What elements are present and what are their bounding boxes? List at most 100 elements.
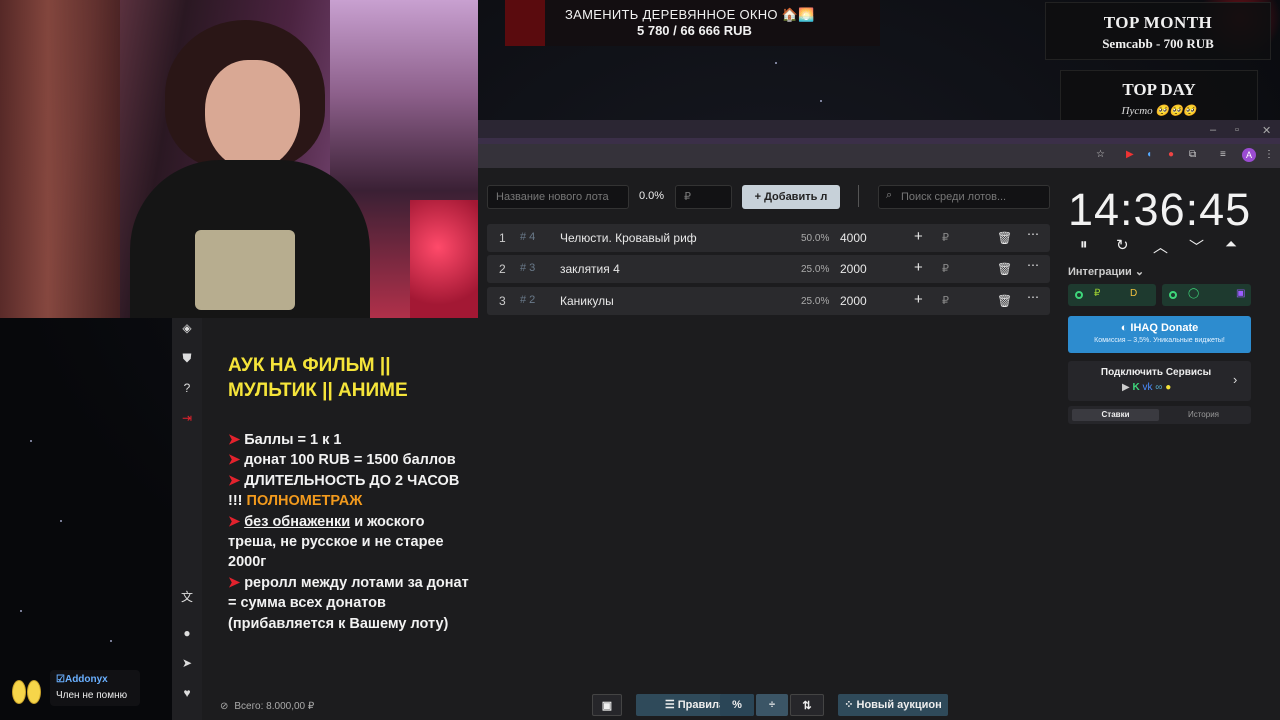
extension-icon[interactable]: ▶: [1126, 149, 1134, 160]
lot-amount: 2000: [840, 262, 867, 276]
extension-icon[interactable]: ●: [1168, 149, 1174, 160]
tab-history[interactable]: История: [1160, 409, 1247, 421]
pause-icon[interactable]: ⏸: [1080, 236, 1088, 253]
menu-icon[interactable]: ⋮: [1264, 149, 1274, 160]
donation-service-icon: ₽: [1094, 288, 1101, 299]
bottom-toolbar: ⊘ Всего: 8.000,00 ₽ ▣ ☰ Правила % ÷ ⇅ ⁘ Н…: [202, 690, 1280, 720]
donationalerts-icon: D: [1130, 288, 1138, 299]
percent-display: 0.0%: [639, 190, 665, 202]
browser-tab-bar: – ▫ ✕: [478, 120, 1280, 144]
trash-icon[interactable]: 🗑: [997, 294, 1012, 308]
vk-icon: vk: [1142, 382, 1153, 393]
goal-title: ЗАМЕНИТЬ ДЕРЕВЯННОЕ ОКНО 🏠🌅: [565, 7, 815, 22]
sort-icon[interactable]: ⇅: [790, 694, 824, 716]
integration-toggle[interactable]: ◯ ▣: [1162, 284, 1251, 306]
more-icon[interactable]: ⋯: [1027, 227, 1039, 241]
close-icon[interactable]: ✕: [1262, 124, 1271, 137]
extension-icon[interactable]: ◖: [1146, 149, 1152, 160]
chat-message: ☑Addonyx Член не помню: [0, 668, 160, 720]
save-icon[interactable]: ▣: [592, 694, 622, 716]
top-month-value: Semcabb - 700 RUB: [1102, 36, 1214, 51]
divide-icon[interactable]: ÷: [756, 694, 788, 716]
lot-amount: 2000: [840, 294, 867, 308]
bets-history-tabs: Ставки История: [1068, 406, 1251, 424]
lot-name: Челюсти. Кровавый риф: [560, 231, 697, 245]
lot-row[interactable]: 1 # 4 Челюсти. Кровавый риф 50.0% 4000 +…: [487, 224, 1050, 252]
app-sidebar: ◈ ⛊ ? ⇥ 文 ● ➤ ♥: [172, 318, 202, 720]
verified-icon: ☑: [56, 674, 65, 685]
circle-icon: ◯: [1188, 288, 1200, 299]
integration-toggle[interactable]: ₽ D: [1068, 284, 1156, 306]
goal-progress: 5 780 / 66 666 RUB: [637, 23, 752, 38]
grid-icon: ⁘: [844, 699, 857, 711]
profile-avatar[interactable]: A: [1242, 148, 1256, 162]
more-icon[interactable]: ⋯: [1027, 290, 1039, 304]
media-icon[interactable]: ≡: [1220, 149, 1226, 160]
search-input[interactable]: Поиск среди лотов...: [878, 185, 1050, 209]
auction-app: Название нового лота 0.0% ₽ + Добавить л…: [478, 168, 1280, 720]
telegram-icon[interactable]: ➤: [172, 656, 202, 670]
chat-text: Член не помню: [56, 690, 128, 701]
arrow-icon: ➤: [228, 513, 245, 530]
twitch-icon: ▣: [1236, 288, 1246, 299]
ihaq-donate-banner[interactable]: ◐ IHAQ Donate Комиссия – 3,5%. Уникальны…: [1068, 316, 1251, 353]
lot-name: Каникулы: [560, 294, 614, 308]
amount-input[interactable]: ₽: [675, 185, 732, 209]
service-icon: ∞: [1155, 382, 1163, 393]
chevron-up-icon[interactable]: ︿: [1153, 236, 1168, 257]
chevron-down-icon: ⌄: [1134, 266, 1145, 278]
lot-row[interactable]: 2 # 3 заклятия 4 25.0% 2000 + ₽ 🗑 ⋯: [487, 255, 1050, 283]
top-day-title: TOP DAY: [1122, 80, 1196, 99]
extensions-puzzle-icon[interactable]: ⧉: [1189, 149, 1196, 160]
top-month-box: TOP MONTH Semcabb - 700 RUB: [1045, 2, 1271, 60]
percent-button[interactable]: %: [720, 694, 754, 716]
chevron-right-icon: ›: [1233, 372, 1238, 387]
bookmark-star-icon[interactable]: ☆: [1096, 149, 1105, 160]
tab-bets[interactable]: Ставки: [1072, 409, 1159, 421]
star: [30, 440, 32, 442]
add-lot-button[interactable]: + Добавить л: [742, 185, 840, 209]
search-icon: ⌕: [886, 189, 893, 201]
double-chevron-up-icon[interactable]: ⏶: [1225, 236, 1237, 253]
chat-username: ☑Addonyx: [56, 674, 108, 685]
github-icon[interactable]: ●: [172, 626, 202, 640]
maximize-icon[interactable]: ▫: [1235, 124, 1239, 136]
connect-services-button[interactable]: Подключить Сервисы ▶ K vk ∞ ● ›: [1068, 361, 1251, 401]
add-amount-icon[interactable]: +: [914, 228, 923, 245]
star: [775, 62, 777, 64]
arrow-icon: ➤: [228, 472, 245, 489]
rules-title: АУК НА ФИЛЬМ || МУЛЬТИК || АНИМЕ: [228, 355, 408, 401]
lot-row[interactable]: 3 # 2 Каникулы 25.0% 2000 + ₽ 🗑 ⋯: [487, 287, 1050, 315]
trash-icon[interactable]: 🗑: [997, 231, 1012, 245]
trash-icon[interactable]: 🗑: [997, 262, 1012, 276]
restart-icon[interactable]: ↻: [1116, 236, 1129, 254]
add-amount-icon[interactable]: +: [914, 291, 923, 308]
star: [110, 640, 112, 642]
list-icon: ☰: [664, 699, 678, 711]
minimize-icon[interactable]: –: [1210, 124, 1216, 136]
flag-icon: ◐: [1120, 322, 1131, 334]
more-icon[interactable]: ⋯: [1027, 258, 1039, 272]
translate-icon[interactable]: 文: [172, 588, 202, 605]
layers-icon[interactable]: ◈: [172, 321, 202, 335]
new-lot-input[interactable]: Название нового лота: [487, 185, 629, 209]
webcam-feed: [0, 0, 478, 318]
kick-icon: K: [1132, 382, 1140, 393]
service-icon: ●: [1165, 382, 1172, 393]
shield-icon[interactable]: ⛊: [172, 351, 202, 366]
star: [20, 610, 22, 612]
integrations-dropdown[interactable]: Интеграции ⌄: [1068, 265, 1144, 278]
eye-off-icon[interactable]: ⊘: [220, 701, 228, 712]
service-icon: ▶: [1122, 382, 1130, 393]
donate-hand-icon[interactable]: ♥: [172, 686, 202, 700]
chevron-down-icon[interactable]: ﹀: [1189, 236, 1204, 257]
help-icon[interactable]: ?: [172, 381, 202, 395]
star: [820, 100, 822, 102]
rules-panel: АУК НА ФИЛЬМ || МУЛЬТИК || АНИМЕ ➤ Баллы…: [202, 318, 478, 720]
emote-icon: [12, 680, 42, 704]
browser-window: – ▫ ✕ ☆ ▶ ◖ ● ⧉ ≡ A ⋮ Название нового ло…: [478, 120, 1280, 720]
new-auction-button[interactable]: ⁘ Новый аукцион: [838, 694, 948, 716]
arrow-icon: ➤: [228, 452, 245, 469]
logout-icon[interactable]: ⇥: [172, 411, 202, 425]
add-amount-icon[interactable]: +: [914, 259, 923, 276]
